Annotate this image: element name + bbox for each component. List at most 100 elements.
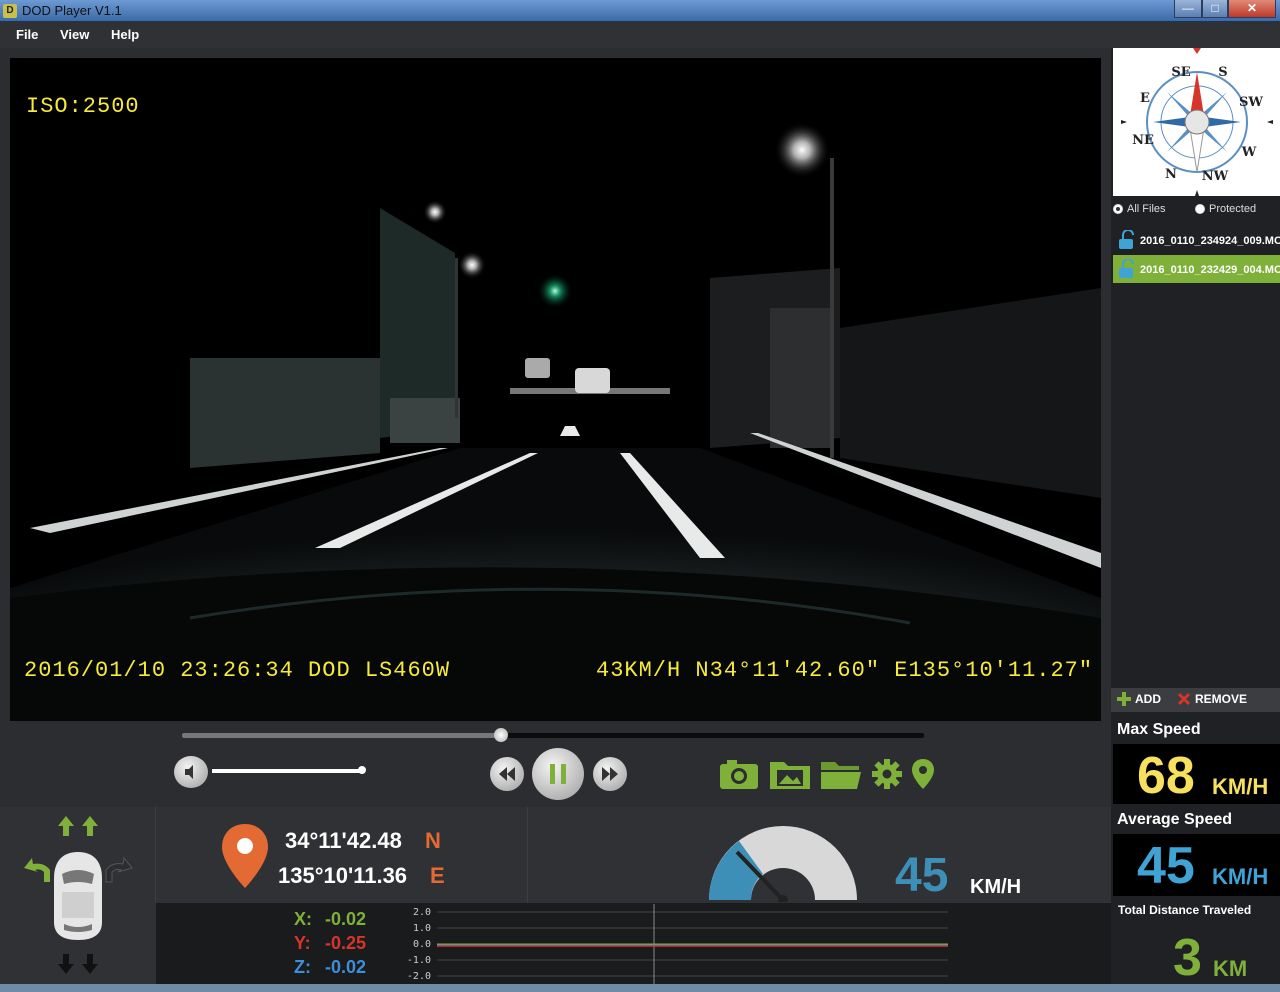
max-speed-unit: KM/H [1212, 774, 1269, 799]
gsensor-x-label: X: [294, 909, 312, 929]
avg-speed-label: Average Speed [1117, 811, 1233, 828]
car-top-view-icon [24, 816, 133, 974]
speedometer-gauge [709, 826, 857, 902]
longitude-value: 135°10'11.36 [278, 863, 408, 888]
divider [527, 807, 528, 903]
gsensor-tick: 0.0 [413, 939, 431, 950]
settings-button[interactable] [871, 758, 903, 795]
menu-help[interactable]: Help [111, 27, 139, 42]
filter-all-label: All Files [1127, 203, 1166, 215]
volume-handle[interactable] [358, 766, 366, 774]
file-item[interactable]: 2016_0110_234924_009.MOV [1113, 226, 1280, 254]
dod-player-window: { "window": {"title": "DOD Player V1.1",… [0, 0, 1280, 992]
distance-box: 3 KM [1113, 922, 1280, 987]
gsensor-tick: -2.0 [407, 971, 431, 982]
pause-button[interactable] [532, 748, 584, 800]
map-button[interactable] [911, 758, 935, 795]
max-speed-box: 68 KM/H [1113, 744, 1280, 805]
longitude-direction: E [430, 863, 445, 888]
app-icon: D [3, 4, 17, 18]
compass-label-w: W [1241, 145, 1257, 160]
volume-slider[interactable] [212, 766, 366, 774]
add-file-button[interactable]: ADD [1117, 692, 1161, 706]
compass-label-ne: NE [1132, 133, 1154, 148]
settings-icon [872, 759, 902, 789]
seek-progress [182, 733, 502, 738]
remove-file-button[interactable]: REMOVE [1177, 692, 1247, 706]
filter-protected[interactable]: Protected [1195, 203, 1256, 215]
unlock-icon [1119, 230, 1134, 249]
distance-value: 3 [1173, 929, 1202, 987]
folder-icon [821, 762, 861, 789]
compass-rose-icon: SE S SW E W NE NW N [1121, 48, 1273, 196]
unlock-icon [1119, 259, 1134, 278]
gsensor-tick: 2.0 [413, 907, 431, 918]
compass-label-sw: SW [1239, 95, 1263, 110]
latitude-value: 34°11'42.48 [285, 828, 402, 853]
minimize-icon: — [1182, 1, 1194, 15]
title-bar: D DOD Player V1.1 — □ ✕ [0, 0, 1280, 22]
open-folder-button[interactable] [820, 758, 862, 795]
timestamp-overlay: 2016/01/10 23:26:34 DOD LS460W [24, 658, 451, 683]
photo-folder-icon [770, 762, 810, 789]
location-pin-icon [222, 824, 268, 888]
maximize-button[interactable]: □ [1202, 0, 1228, 18]
snapshot-icon [720, 760, 758, 789]
remove-x-icon [1177, 692, 1191, 706]
os-taskbar [0, 984, 1280, 992]
file-name: 2016_0110_234924_009.MOV [1140, 235, 1280, 247]
gps-overlay: 43KM/H N34°11'42.60" E135°10'11.27" [596, 658, 1094, 683]
gsensor-z-value: -0.02 [325, 957, 367, 977]
fast-forward-button[interactable] [593, 757, 627, 791]
radio-protected[interactable] [1195, 204, 1205, 214]
minimize-button[interactable]: — [1174, 0, 1202, 18]
gsensor-z-label: Z: [294, 957, 311, 977]
max-speed-label: Max Speed [1117, 721, 1201, 738]
close-button[interactable]: ✕ [1228, 0, 1276, 18]
speaker-icon [185, 765, 193, 779]
compass-label-nw: NW [1202, 169, 1229, 184]
car-motion-indicator [18, 812, 138, 980]
avg-speed-box: 45 KM/H [1113, 834, 1280, 896]
mute-button[interactable] [174, 756, 208, 788]
current-speed-value: 45 [895, 849, 949, 902]
video-viewport[interactable]: ISO:2500 2016/01/10 23:26:34 DOD LS460W … [10, 58, 1101, 721]
remove-label: REMOVE [1195, 692, 1248, 706]
snapshot-button[interactable] [719, 758, 759, 795]
maximize-icon: □ [1211, 1, 1219, 15]
menu-bar: File View Help [0, 22, 1280, 48]
dashcam-scene [10, 58, 1101, 721]
file-actions-bar: ADD REMOVE [1111, 688, 1280, 712]
gsensor-y-label: Y: [294, 933, 311, 953]
filter-protected-label: Protected [1209, 203, 1257, 215]
file-name: 2016_0110_232429_004.MOV [1140, 264, 1280, 276]
map-pin-icon [912, 759, 934, 789]
rewind-icon [499, 767, 515, 781]
menu-view[interactable]: View [60, 27, 89, 42]
iso-overlay: ISO:2500 [26, 94, 140, 119]
window-title: DOD Player V1.1 [22, 3, 122, 18]
close-icon: ✕ [1246, 1, 1258, 15]
divider [155, 807, 156, 903]
avg-speed-unit: KM/H [1212, 864, 1269, 889]
menu-file[interactable]: File [16, 27, 38, 42]
latitude-direction: N [425, 828, 441, 853]
filter-all-files[interactable]: All Files [1113, 203, 1166, 215]
pause-icon [550, 764, 566, 784]
gsensor-chart: 2.0 1.0 0.0 -1.0 -2.0 [407, 904, 948, 984]
compass-label-e: E [1140, 91, 1150, 106]
max-speed-value: 68 [1137, 747, 1195, 805]
fast-forward-icon [602, 767, 618, 781]
seek-bar[interactable] [182, 728, 924, 742]
current-speed-unit: KM/H [970, 876, 1022, 898]
compass-label-s: S [1218, 65, 1227, 80]
gsensor-y-value: -0.25 [325, 933, 367, 953]
gsensor-tick: 1.0 [413, 923, 431, 934]
compass-panel: SE S SW E W NE NW N [1113, 48, 1280, 196]
seek-handle[interactable] [494, 728, 509, 742]
volume-level [212, 769, 362, 773]
file-item-selected[interactable]: 2016_0110_232429_004.MOV [1113, 255, 1280, 283]
open-photos-button[interactable] [769, 758, 811, 795]
radio-all-files[interactable] [1113, 204, 1123, 214]
rewind-button[interactable] [490, 757, 524, 791]
